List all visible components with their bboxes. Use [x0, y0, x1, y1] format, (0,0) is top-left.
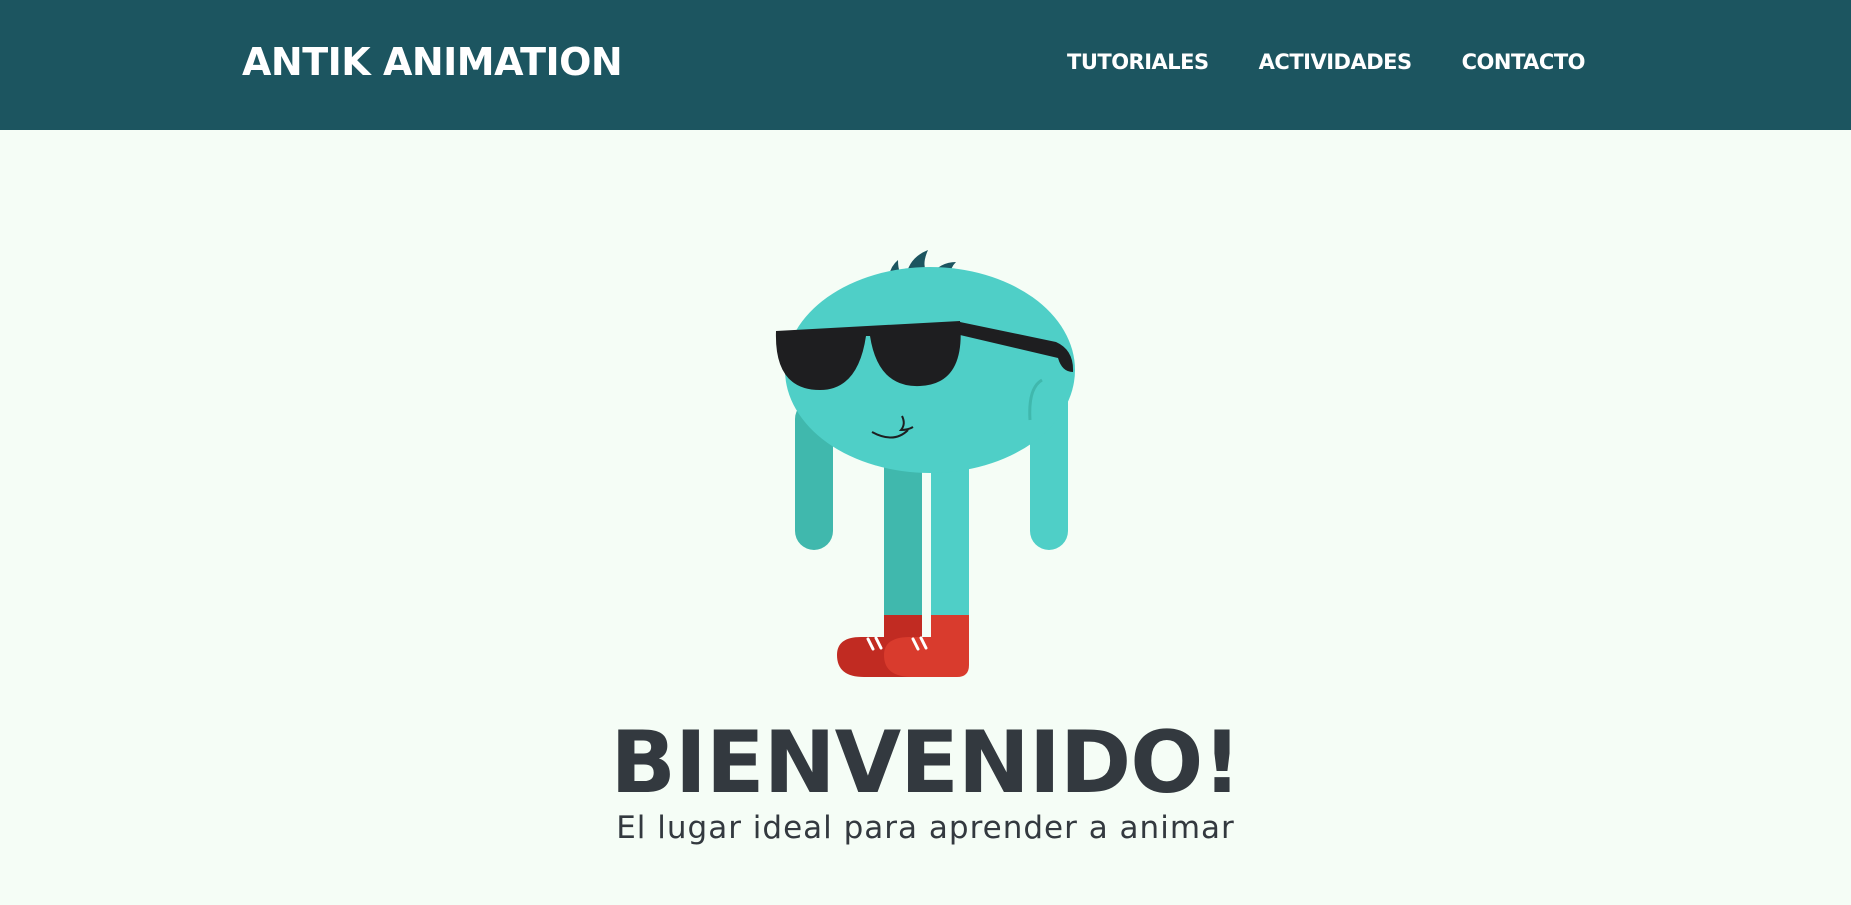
site-header: ANTIK ANIMATION TUTORIALES ACTIVIDADES C… [0, 0, 1851, 130]
mascot-right-leg [931, 450, 969, 630]
hero-subtitle: El lugar ideal para aprender a animar [616, 810, 1235, 846]
brand-logo[interactable]: ANTIK ANIMATION [242, 40, 623, 84]
mascot-left-leg [884, 450, 922, 630]
main-nav: TUTORIALES ACTIVIDADES CONTACTO [1067, 50, 1586, 74]
nav-actividades[interactable]: ACTIVIDADES [1259, 50, 1412, 74]
mascot-illustration [775, 250, 1075, 677]
nav-contacto[interactable]: CONTACTO [1462, 50, 1586, 74]
nav-tutoriales[interactable]: TUTORIALES [1067, 50, 1209, 74]
hero-title: BIENVENIDO! [610, 713, 1241, 813]
